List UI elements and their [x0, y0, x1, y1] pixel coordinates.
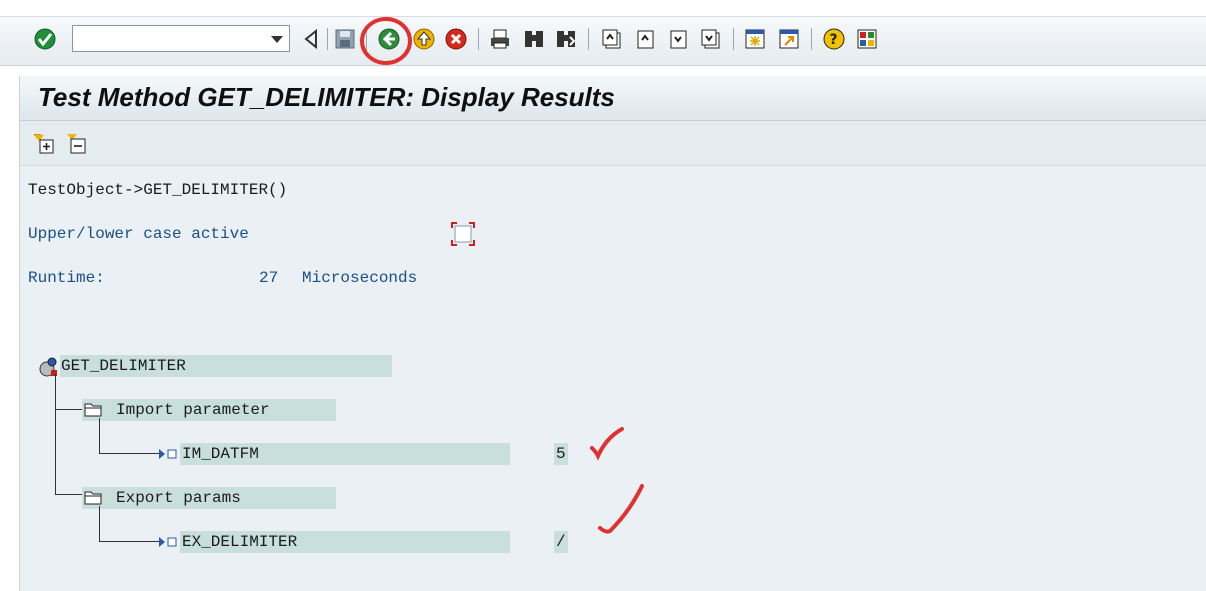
create-session-icon[interactable] — [743, 27, 767, 51]
parameter-icon — [158, 535, 178, 549]
import-param-name[interactable]: IM_DATFM — [182, 445, 259, 463]
menu-bar — [0, 0, 1206, 16]
folder-icon — [84, 401, 102, 417]
system-toolbar: ? — [0, 16, 1206, 66]
folder-icon — [84, 489, 102, 505]
runtime-unit: Microseconds — [302, 269, 418, 287]
find-icon[interactable] — [522, 27, 546, 51]
runtime-label: Runtime: — [28, 269, 105, 287]
svg-text:?: ? — [830, 32, 838, 48]
last-page-icon[interactable] — [699, 27, 723, 51]
first-page-icon[interactable] — [600, 27, 624, 51]
page-title: Test Method GET_DELIMITER: Display Resul… — [38, 82, 615, 112]
expand-all-icon[interactable] — [32, 131, 56, 155]
cancel-icon[interactable] — [444, 27, 468, 51]
import-parameter-node[interactable]: Import parameter — [116, 401, 270, 419]
shortcut-icon[interactable] — [777, 27, 801, 51]
enter-icon[interactable] — [33, 27, 57, 51]
parameter-icon — [158, 447, 178, 461]
annotation-circle — [360, 17, 412, 65]
import-param-value: 5 — [556, 445, 566, 463]
find-next-icon[interactable] — [554, 27, 578, 51]
runtime-value: 27 — [259, 269, 279, 287]
chevron-down-icon[interactable] — [271, 36, 283, 43]
back-icon[interactable] — [300, 27, 324, 51]
help-icon[interactable]: ? — [822, 27, 846, 51]
export-param-value: / — [556, 533, 566, 551]
check-mark-icon — [590, 427, 624, 461]
exit-icon[interactable] — [412, 27, 436, 51]
save-icon[interactable] — [333, 27, 357, 51]
case-label: Upper/lower case active — [28, 225, 249, 243]
screen-area: Test Method GET_DELIMITER: Display Resul… — [19, 76, 1206, 591]
collapse-all-icon[interactable] — [65, 131, 89, 155]
case-checkbox[interactable] — [451, 222, 475, 246]
next-page-icon[interactable] — [666, 27, 690, 51]
command-field[interactable] — [72, 25, 290, 52]
title-bar: Test Method GET_DELIMITER: Display Resul… — [20, 76, 1206, 121]
application-toolbar — [20, 121, 1206, 166]
test-object-label: TestObject->GET_DELIMITER() — [28, 181, 288, 199]
tree-root[interactable]: GET_DELIMITER — [61, 357, 186, 375]
method-icon — [38, 356, 60, 378]
previous-page-icon[interactable] — [633, 27, 657, 51]
check-mark-icon — [598, 484, 644, 534]
customize-layout-icon[interactable] — [855, 27, 879, 51]
export-params-node[interactable]: Export params — [116, 489, 241, 507]
print-icon[interactable] — [488, 27, 512, 51]
export-param-name[interactable]: EX_DELIMITER — [182, 533, 297, 551]
